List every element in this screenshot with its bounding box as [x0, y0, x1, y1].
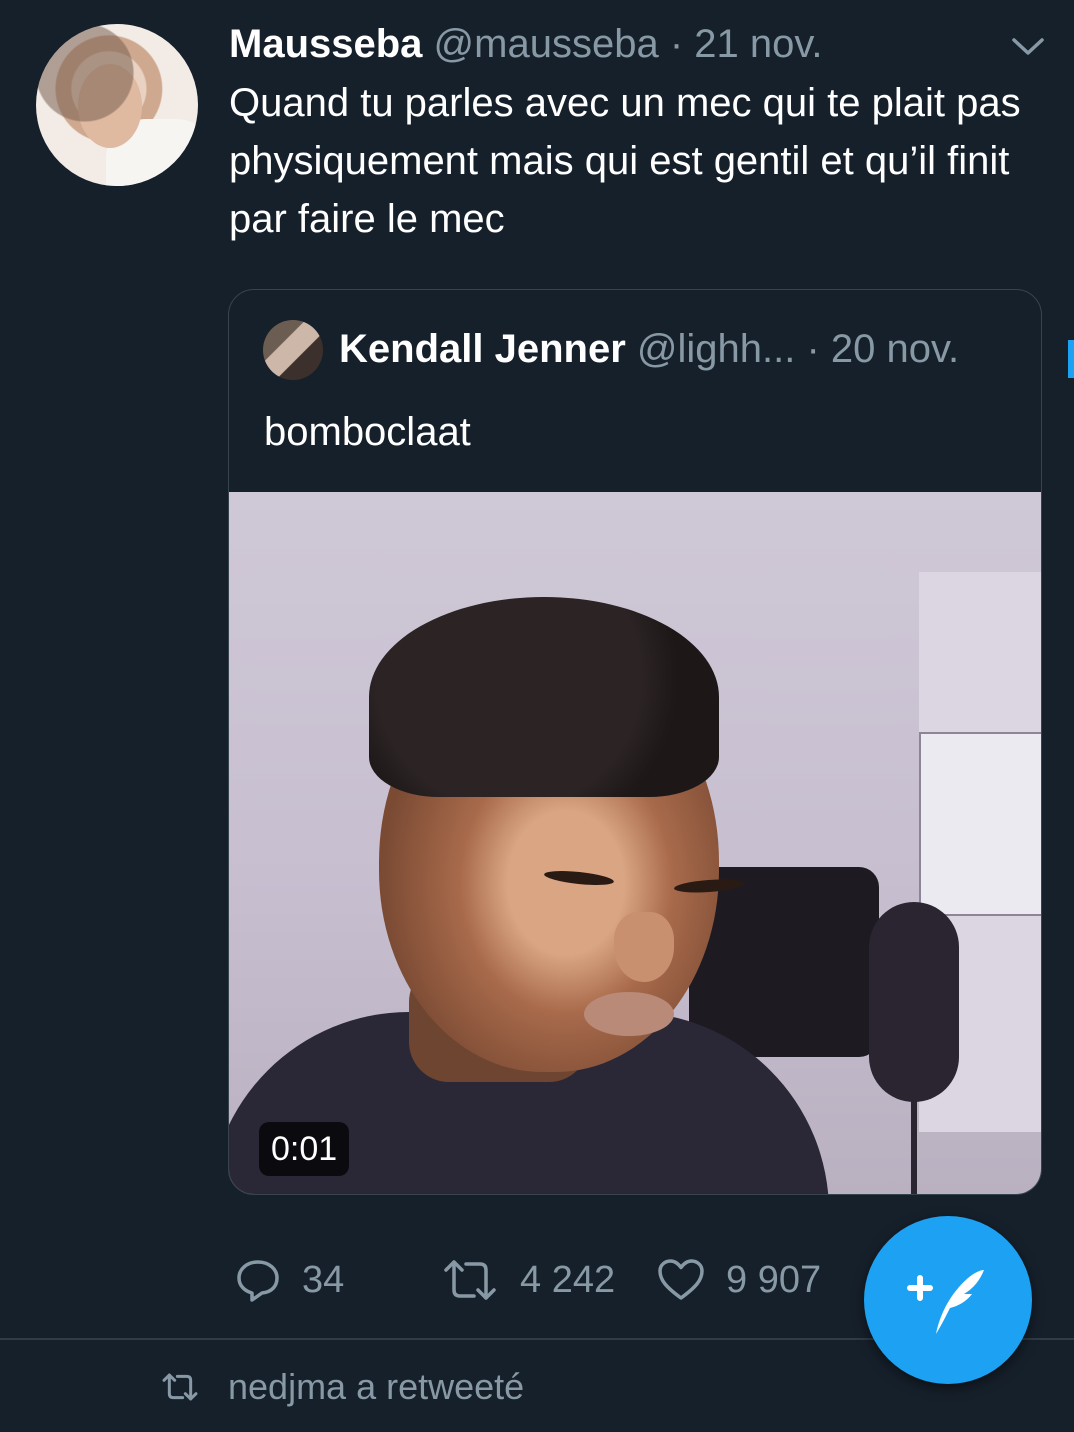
retweet-icon [162, 1373, 198, 1401]
tweet-text: Quand tu parles avec un mec qui te plait… [229, 81, 1021, 241]
reply-count: 34 [302, 1258, 345, 1301]
reply-button[interactable]: 34 [234, 1250, 344, 1310]
like-button[interactable]: 9 907 [656, 1250, 821, 1310]
retweet-icon [444, 1260, 496, 1300]
scroll-indicator [1068, 340, 1074, 378]
tweet-header: Mausseba @mausseba · 21 nov. [229, 18, 823, 70]
reply-icon [237, 1260, 279, 1302]
retweet-notice[interactable]: nedjma a retweeté [160, 1360, 524, 1414]
like-icon [658, 1259, 704, 1300]
author-handle[interactable]: @mausseba [434, 22, 659, 66]
quoted-author-name: Kendall Jenner [339, 327, 626, 371]
tweet[interactable]: Mausseba @mausseba · 21 nov. Quand tu pa… [0, 0, 1074, 1338]
compose-tweet-button[interactable] [864, 1216, 1032, 1384]
quoted-tweet[interactable]: Kendall Jenner @lighh... · 20 nov. bombo… [228, 289, 1042, 1195]
quoted-header: Kendall Jenner @lighh... · 20 nov. [339, 324, 959, 374]
author-avatar[interactable] [36, 24, 198, 186]
quoted-author-avatar [263, 320, 323, 380]
retweet-button[interactable]: 4 242 [440, 1250, 615, 1310]
separator: · [669, 22, 684, 66]
like-count: 9 907 [726, 1258, 822, 1301]
quoted-text: bomboclaat [264, 410, 471, 454]
quoted-date: · 20 nov. [806, 327, 960, 371]
quoted-author-handle: @lighh... [636, 327, 796, 371]
compose-tweet-icon [907, 1270, 984, 1334]
retweet-notice-text: nedjma a retweeté [228, 1366, 525, 1407]
video-player[interactable]: 0:01 [229, 492, 1041, 1194]
chevron-down-icon[interactable] [1010, 34, 1046, 58]
author-name[interactable]: Mausseba [229, 22, 422, 66]
retweet-count: 4 242 [520, 1258, 616, 1301]
tweet-date[interactable]: 21 nov. [694, 22, 822, 66]
video-duration: 0:01 [259, 1122, 350, 1176]
